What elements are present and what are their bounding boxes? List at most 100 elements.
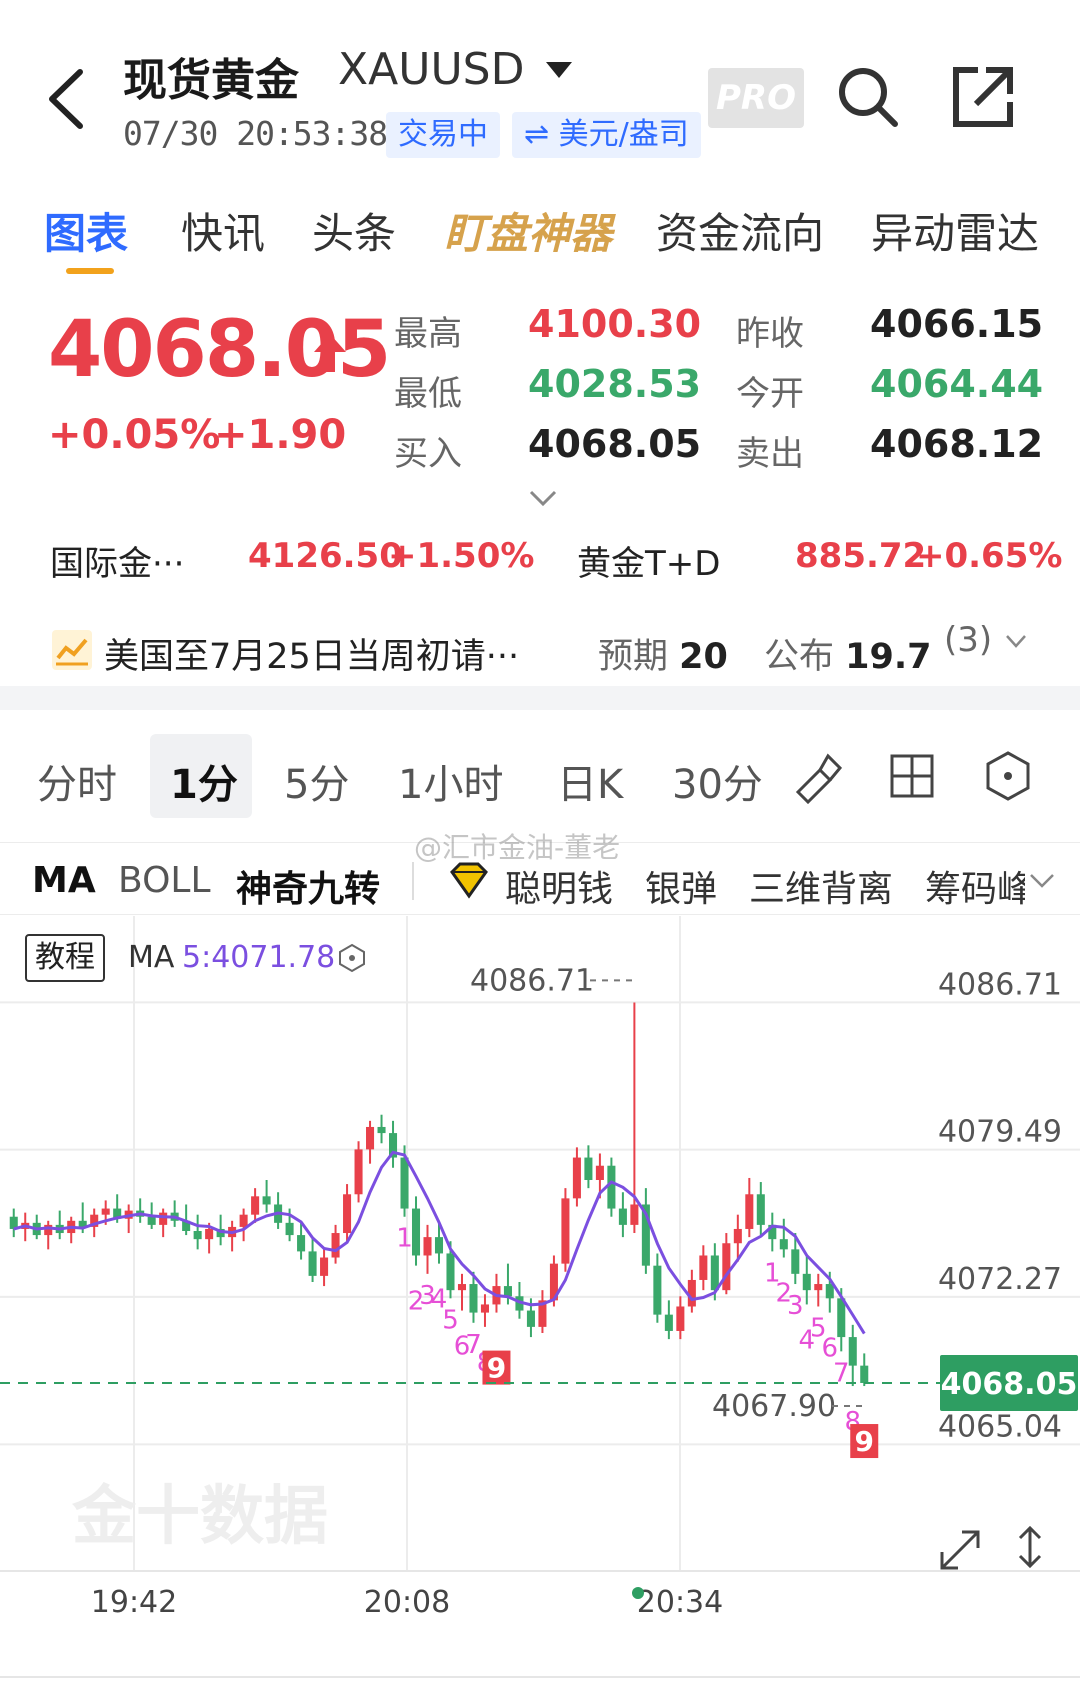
related-price-intl-gold: 4126.50 xyxy=(248,536,403,576)
settings-hexagon-icon[interactable] xyxy=(980,748,1036,804)
instrument-title: 现货黄金 xyxy=(123,55,299,106)
y-tick-label: 4065.04 xyxy=(938,1409,1062,1444)
search-icon[interactable] xyxy=(833,62,903,132)
candle xyxy=(584,1145,593,1189)
period-5m[interactable]: 5分 xyxy=(284,752,349,810)
candle-body xyxy=(343,1194,352,1234)
axis-toggle-icon[interactable] xyxy=(1018,1525,1042,1569)
tutorial-button[interactable]: 教程 xyxy=(25,934,105,982)
fullscreen-icon[interactable] xyxy=(940,1530,980,1570)
candle-body xyxy=(457,1284,467,1291)
tab-monitor[interactable]: 盯盘神器 xyxy=(444,200,612,261)
candle xyxy=(262,1180,271,1213)
candlestick-chart[interactable]: 金十数据 123456789123456789 4086.714079.4940… xyxy=(0,916,1080,1616)
news-actual: 公布 19.7 xyxy=(764,628,932,679)
pro-button[interactable]: PRO xyxy=(708,68,804,128)
nine-turn-count: 9 xyxy=(855,1425,874,1458)
indicator-chip-peak[interactable]: 筹码峰 xyxy=(925,860,1025,912)
candle-body xyxy=(779,1239,788,1250)
chevron-down-icon[interactable] xyxy=(528,488,558,508)
indicator-boll[interactable]: BOLL xyxy=(118,860,211,901)
candle-body xyxy=(446,1253,455,1291)
candle xyxy=(572,1147,581,1207)
news-actual-label: 公布 xyxy=(764,637,835,677)
share-icon[interactable] xyxy=(948,62,1018,132)
candle-body xyxy=(814,1284,823,1291)
candle-body xyxy=(676,1306,685,1331)
bid-label: 买入 xyxy=(394,434,462,474)
candle xyxy=(170,1200,179,1227)
candle-body xyxy=(837,1298,846,1338)
indicator-3d-divergence[interactable]: 三维背离 xyxy=(749,860,893,912)
candle xyxy=(745,1177,754,1238)
change-percent: +0.05% xyxy=(48,412,221,458)
candle-body xyxy=(480,1304,489,1313)
candle-body xyxy=(239,1214,248,1227)
candle xyxy=(848,1324,857,1387)
candle xyxy=(411,1196,421,1266)
news-expected-label: 预期 xyxy=(598,637,669,677)
candle-body xyxy=(159,1212,168,1225)
period-1h[interactable]: 1小时 xyxy=(398,752,503,810)
candle-body xyxy=(825,1284,834,1299)
candle-body xyxy=(653,1265,662,1315)
candle-body xyxy=(297,1235,306,1252)
trading-status-badge: 交易中 xyxy=(386,112,500,158)
ma-settings-icon[interactable] xyxy=(336,942,368,974)
tab-chart[interactable]: 图表 xyxy=(44,200,128,261)
candle xyxy=(664,1300,673,1340)
period-daily[interactable]: 日K xyxy=(557,752,623,810)
layout-grid-icon[interactable] xyxy=(884,748,940,804)
news-headline[interactable]: 美国至7月25日当周初请··· xyxy=(104,628,519,679)
related-name-intl-gold[interactable]: 国际金··· xyxy=(50,536,184,585)
draw-tool-icon[interactable] xyxy=(790,748,846,804)
news-expected: 预期 20 xyxy=(598,628,728,679)
tab-headlines[interactable]: 头条 xyxy=(312,200,396,261)
period-30m[interactable]: 30分 xyxy=(672,752,763,810)
related-name-gold-td[interactable]: 黄金T+D xyxy=(577,536,720,585)
candle-body xyxy=(469,1284,478,1313)
candle xyxy=(274,1192,283,1229)
prev-close-label: 昨收 xyxy=(736,314,804,354)
candle-body xyxy=(607,1165,616,1209)
candle-body xyxy=(320,1257,329,1276)
candle xyxy=(308,1237,317,1282)
current-price-tag: 4068.05 xyxy=(941,1367,1078,1402)
ma-legend-label: MA xyxy=(128,940,175,975)
caret-down-icon[interactable] xyxy=(546,62,572,78)
high-label: 最高 xyxy=(394,314,462,354)
candle-body xyxy=(354,1149,363,1195)
tab-flash[interactable]: 快讯 xyxy=(181,200,265,261)
period-1m[interactable]: 1分 xyxy=(170,752,238,810)
candle xyxy=(159,1208,168,1238)
related-change-gold-td: +0.65% xyxy=(916,536,1063,576)
unit-switch-badge[interactable]: ⇌ 美元/盎司 xyxy=(512,112,701,158)
indicator-nine-turn[interactable]: 神奇九转 xyxy=(236,860,380,912)
indicator-ma[interactable]: MA xyxy=(32,860,96,901)
tab-fund-flow[interactable]: 资金流向 xyxy=(656,200,824,261)
candle-body xyxy=(618,1208,627,1225)
y-tick-label: 4086.71 xyxy=(938,967,1062,1002)
chevron-down-icon[interactable] xyxy=(1004,632,1028,650)
low-label: 最低 xyxy=(394,374,462,414)
period-timeshare[interactable]: 分时 xyxy=(37,752,117,810)
candle-body xyxy=(205,1228,214,1240)
candle xyxy=(9,1208,18,1238)
candle xyxy=(561,1188,570,1272)
candle xyxy=(687,1269,696,1313)
candle-body xyxy=(377,1126,386,1134)
indicator-silver-bullet[interactable]: 银弹 xyxy=(645,860,717,912)
candle-body xyxy=(584,1157,593,1180)
back-button[interactable] xyxy=(40,64,100,134)
chevron-down-icon[interactable] xyxy=(1028,872,1056,890)
tab-anomaly-radar[interactable]: 异动雷达 xyxy=(871,200,1039,261)
chevron-left-icon xyxy=(49,69,83,129)
instrument-symbol[interactable]: XAUUSD xyxy=(338,44,524,95)
candle xyxy=(860,1353,869,1387)
diamond-icon xyxy=(450,862,488,899)
x-tick-label: 19:42 xyxy=(91,1585,177,1616)
bid-value: 4068.05 xyxy=(528,422,702,466)
indicator-smart-money[interactable]: 聪明钱 xyxy=(505,860,613,912)
min-marker-label: 4067.90 xyxy=(712,1389,836,1424)
candle xyxy=(44,1220,53,1250)
